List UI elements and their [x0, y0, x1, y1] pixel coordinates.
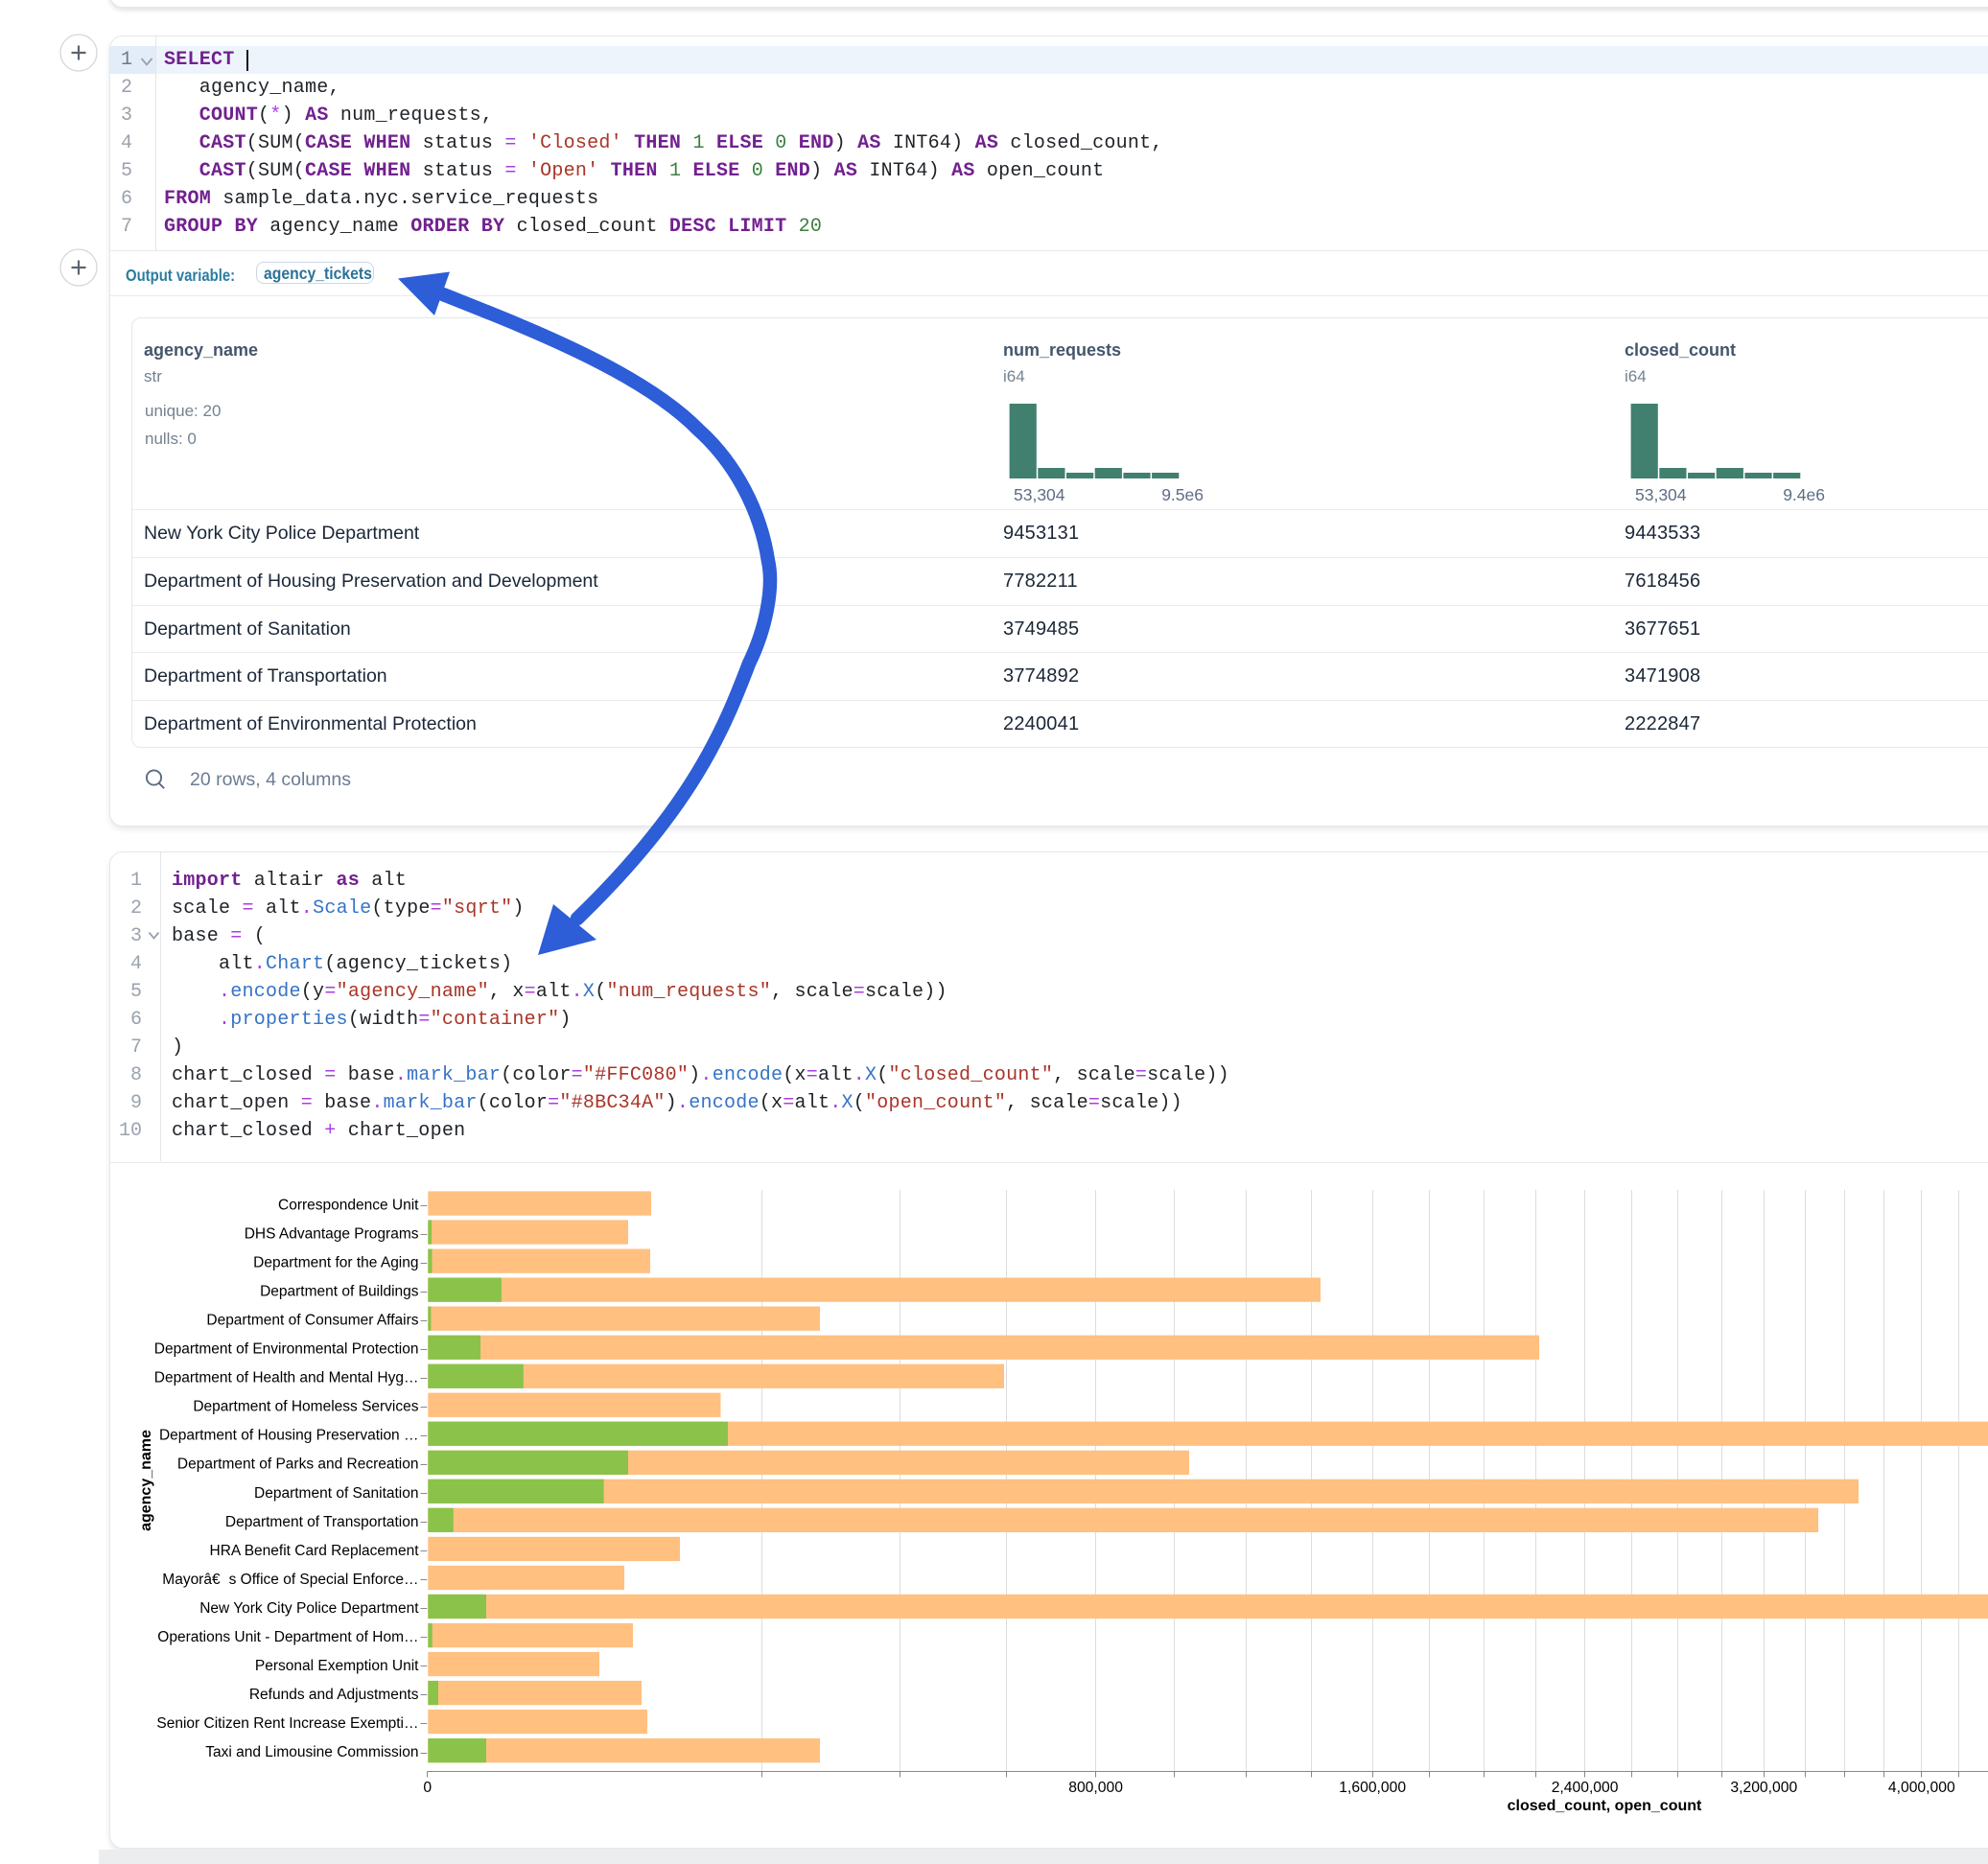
- svg-text:0: 0: [423, 1780, 432, 1796]
- svg-text:4,000,000: 4,000,000: [1888, 1780, 1955, 1796]
- svg-text:Department of Sanitation: Department of Sanitation: [254, 1485, 418, 1502]
- svg-text:3,200,000: 3,200,000: [1730, 1780, 1797, 1796]
- svg-text:Refunds and Adjustments: Refunds and Adjustments: [249, 1687, 419, 1703]
- svg-text:DHS Advantage Programs: DHS Advantage Programs: [245, 1226, 419, 1243]
- svg-text:Personal Exemption Unit: Personal Exemption Unit: [255, 1658, 419, 1674]
- svg-text:Correspondence Unit: Correspondence Unit: [278, 1198, 419, 1214]
- svg-text:agency_name: agency_name: [138, 1430, 154, 1531]
- svg-text:Mayorâ€ s Office of Special E: Mayorâ€ s Office of Special Enforce…: [162, 1572, 418, 1588]
- svg-text:Operations Unit - Department o: Operations Unit - Department of Hom…: [157, 1629, 418, 1645]
- svg-text:800,000: 800,000: [1068, 1780, 1123, 1796]
- svg-text:Department of Buildings: Department of Buildings: [260, 1284, 419, 1300]
- svg-text:Senior Citizen Rent Increase E: Senior Citizen Rent Increase Exempti…: [156, 1715, 418, 1732]
- svg-text:Department of Homeless Service: Department of Homeless Services: [193, 1399, 418, 1415]
- svg-text:Department of Health and Menta: Department of Health and Mental Hyg…: [154, 1370, 419, 1386]
- svg-text:Department for the Aging: Department for the Aging: [253, 1255, 418, 1271]
- svg-text:HRA Benefit Card Replacement: HRA Benefit Card Replacement: [210, 1543, 420, 1559]
- svg-text:2,400,000: 2,400,000: [1552, 1780, 1619, 1796]
- svg-text:1,600,000: 1,600,000: [1339, 1780, 1406, 1796]
- svg-text:New York City Police Departmen: New York City Police Department: [199, 1600, 419, 1617]
- svg-text:Department of Consumer Affairs: Department of Consumer Affairs: [206, 1313, 418, 1329]
- svg-text:Department of Transportation: Department of Transportation: [225, 1514, 419, 1530]
- svg-text:Department of Housing Preserva: Department of Housing Preservation …: [159, 1428, 419, 1444]
- svg-text:Department of Environmental Pr: Department of Environmental Protection: [154, 1341, 419, 1358]
- svg-text:Taxi and Limousine Commission: Taxi and Limousine Commission: [205, 1744, 418, 1760]
- svg-text:closed_count, open_count: closed_count, open_count: [1508, 1798, 1702, 1814]
- svg-text:Department of Parks and Recrea: Department of Parks and Recreation: [177, 1456, 419, 1473]
